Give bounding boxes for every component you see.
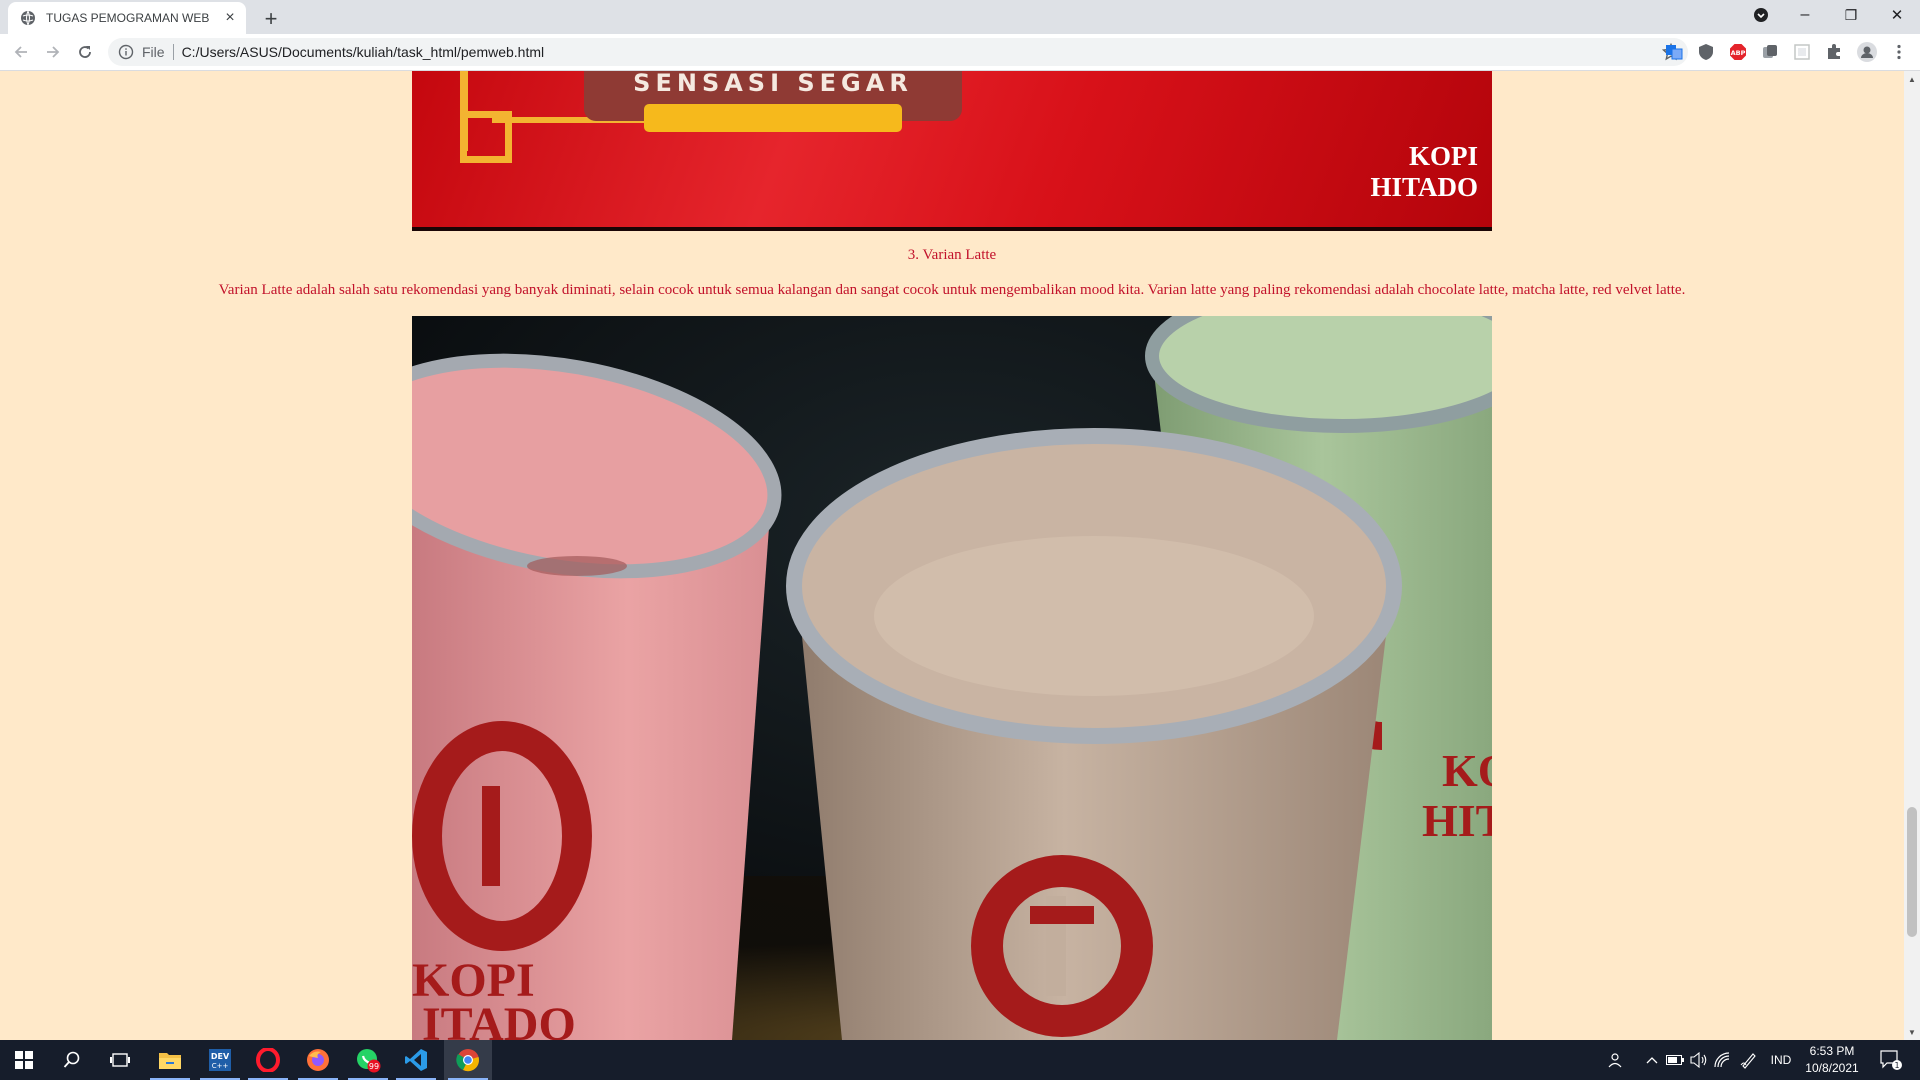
page-viewport: SENSASI SEGAR KOPI HITADO 3. Varian Latt…	[0, 71, 1904, 1040]
clock-date: 10/8/2021	[1805, 1061, 1859, 1075]
file-explorer-icon[interactable]	[146, 1040, 194, 1080]
minimize-button[interactable]: –	[1782, 0, 1828, 30]
scheme-divider	[172, 44, 174, 60]
red-velvet-cup: KOPI ITADO	[412, 353, 782, 1040]
banner-brand-logo: KOPI HITADO	[1370, 141, 1478, 203]
new-tab-button[interactable]: +	[258, 6, 284, 32]
info-icon[interactable]	[118, 44, 134, 60]
matcha-cup-text-1: KO	[1442, 745, 1492, 796]
show-hidden-icons-chevron-icon[interactable]	[1642, 1040, 1662, 1080]
pen-workspace-icon[interactable]	[1738, 1040, 1760, 1080]
back-icon[interactable]	[8, 39, 34, 65]
vscode-icon[interactable]	[392, 1040, 440, 1080]
scroll-up-arrow-icon[interactable]: ▲	[1904, 71, 1920, 87]
search-icon[interactable]	[48, 1040, 96, 1080]
url-text[interactable]: C:/Users/ASUS/Documents/kuliah/task_html…	[182, 44, 545, 60]
page-scrollbar[interactable]: ▲ ▼	[1904, 71, 1920, 1040]
dev-cpp-icon[interactable]: DEV C++	[196, 1040, 244, 1080]
people-icon[interactable]	[1602, 1040, 1628, 1080]
windows-taskbar: DEV C++ 99 IND 6:53 PM 10/8/2021 1	[0, 1040, 1920, 1080]
scrollbar-thumb[interactable]	[1907, 807, 1917, 937]
notification-count: 1	[1894, 1061, 1899, 1070]
section-heading: 3. Varian Latte	[907, 247, 997, 263]
windows-start-icon[interactable]	[0, 1040, 48, 1080]
latte-photo-illustration: KO HIT KOPI ITADO	[412, 316, 1492, 1040]
browser-menu-icon[interactable]	[1890, 43, 1908, 61]
scroll-down-arrow-icon[interactable]: ▼	[1904, 1024, 1920, 1040]
promo-banner-image: SENSASI SEGAR KOPI HITADO	[412, 71, 1492, 231]
svg-text:DEV: DEV	[211, 1052, 230, 1061]
matcha-cup-text-2: HIT	[1422, 795, 1492, 846]
shield-extension-icon[interactable]	[1697, 43, 1715, 61]
red-velvet-cup-text-2: ITADO	[422, 998, 576, 1040]
svg-text:C++: C++	[212, 1062, 229, 1070]
close-window-button[interactable]: ✕	[1874, 0, 1920, 30]
address-bar[interactable]: File C:/Users/ASUS/Documents/kuliah/task…	[108, 38, 1688, 66]
firefox-icon[interactable]	[294, 1040, 342, 1080]
tab-close-icon[interactable]: ×	[220, 8, 240, 28]
forward-icon[interactable]	[40, 39, 66, 65]
restore-button[interactable]: ❐	[1828, 0, 1874, 30]
tab-title: TUGAS PEMOGRAMAN WEB	[46, 11, 210, 25]
battery-icon[interactable]	[1664, 1040, 1686, 1080]
volume-icon[interactable]	[1688, 1040, 1710, 1080]
latte-photo: KO HIT KOPI ITADO	[412, 316, 1492, 1040]
browser-tab[interactable]: TUGAS PEMOGRAMAN WEB ×	[8, 2, 246, 34]
task-view-icon[interactable]	[96, 1040, 144, 1080]
whatsapp-badge: 99	[369, 1062, 379, 1071]
wifi-icon[interactable]	[1712, 1040, 1734, 1080]
tab-strip: TUGAS PEMOGRAMAN WEB × + – ❐ ✕	[0, 0, 1920, 34]
translate-extension-icon[interactable]	[1665, 43, 1683, 61]
banner-gold-bar	[644, 104, 902, 132]
globe-icon	[21, 10, 35, 26]
action-center-icon[interactable]: 1	[1874, 1040, 1908, 1080]
whatsapp-icon[interactable]: 99	[344, 1040, 392, 1080]
scheme-label: File	[142, 44, 165, 60]
adblock-plus-icon[interactable]: ABP	[1729, 43, 1747, 61]
extensions-puzzle-icon[interactable]	[1825, 43, 1843, 61]
browser-toolbar: File C:/Users/ASUS/Documents/kuliah/task…	[0, 34, 1920, 71]
brand-line-2: HITADO	[1370, 172, 1478, 202]
banner-plate-text: SENSASI SEGAR	[633, 71, 913, 97]
chocolate-latte-cup	[786, 428, 1402, 1040]
profile-avatar-icon[interactable]	[1857, 42, 1877, 62]
brand-line-1: KOPI	[1408, 141, 1478, 171]
extension-icon-gray[interactable]	[1761, 43, 1779, 61]
chrome-icon[interactable]	[444, 1040, 492, 1080]
taskbar-clock[interactable]: 6:53 PM 10/8/2021	[1800, 1043, 1864, 1077]
clock-time: 6:53 PM	[1809, 1044, 1855, 1058]
tab-search-icon[interactable]	[1738, 0, 1784, 30]
reload-icon[interactable]	[72, 39, 98, 65]
section-description: Varian Latte adalah salah satu rekomenda…	[218, 282, 1686, 298]
input-language[interactable]: IND	[1766, 1040, 1796, 1080]
svg-text:ABP: ABP	[1731, 49, 1746, 57]
extension-icon-box[interactable]	[1793, 43, 1811, 61]
opera-icon[interactable]	[244, 1040, 292, 1080]
